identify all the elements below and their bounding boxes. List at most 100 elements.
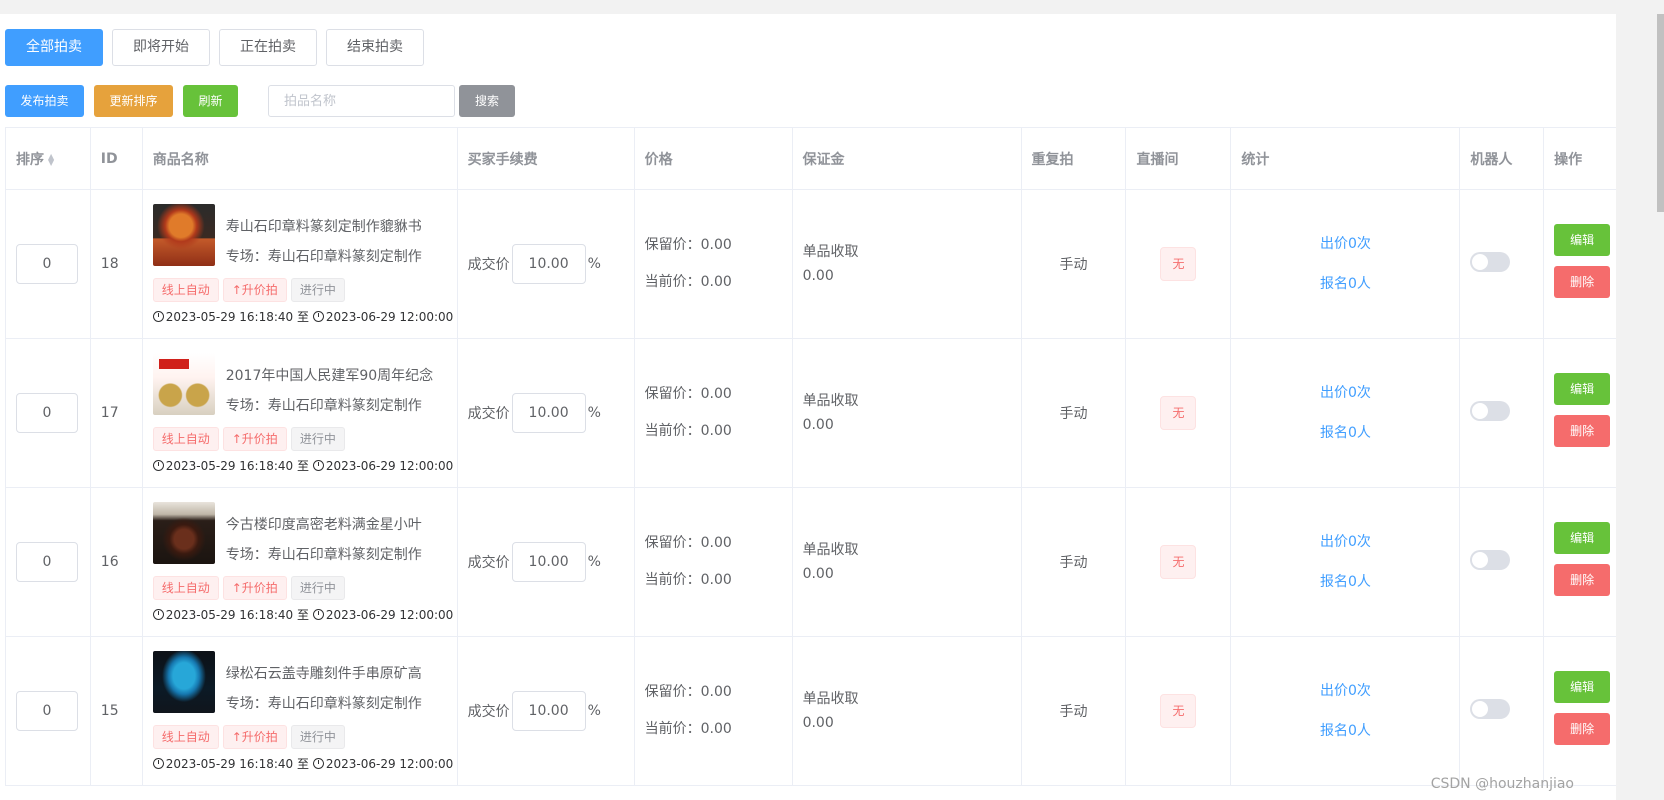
- start-time: 2023-05-29 16:18:40: [165, 310, 294, 324]
- search-input[interactable]: [268, 85, 455, 117]
- deposit-value: 0.00: [802, 417, 834, 433]
- search-button[interactable]: 搜索: [459, 85, 515, 117]
- table-row: 16 今古楼印度高密老料满金星小叶 专场：寿山石印章料篆刻定制作 线上自动↑升价…: [5, 487, 1616, 637]
- table-row: 15 绿松石云盖寺雕刻件手串原矿高 专场：寿山石印章料篆刻定制作 线上自动↑升价…: [5, 636, 1616, 786]
- sort-order-input[interactable]: [16, 244, 78, 284]
- fee-unit: %: [587, 405, 601, 421]
- table-row: 18 寿山石印章料篆刻定制作貔貅书 专场：寿山石印章料篆刻定制作 线上自动↑升价…: [5, 189, 1616, 339]
- clock-icon: [312, 609, 324, 620]
- reserve-price: 保留价：0.00: [644, 237, 732, 253]
- end-time: 2023-06-29 12:00:00: [325, 310, 454, 324]
- sort-order-input[interactable]: [16, 393, 78, 433]
- auction-table: 排序 ▲ ▼ ID 商品名称 买家手续费 价格 保证金 重复拍 直播间 统计 机器人…: [5, 127, 1616, 786]
- live-room-tag: 无: [1160, 396, 1197, 430]
- edit-button[interactable]: 编辑: [1554, 224, 1611, 256]
- signup-count-link[interactable]: 报名0人: [1241, 562, 1449, 602]
- fee-label: 成交价: [467, 406, 510, 422]
- sort-order-input[interactable]: [16, 542, 78, 582]
- buyer-fee: 成交价 %: [468, 244, 624, 284]
- table-row: 17 2017年中国人民建军90周年纪念 专场：寿山石印章料篆刻定制作 线上自动…: [5, 338, 1616, 488]
- auction-time-range: 2023-05-29 16:18:40 至 2023-06-29 12:00:0…: [152, 755, 453, 772]
- status-tags: 线上自动 ↑升价拍 进行中: [152, 576, 349, 600]
- delete-button[interactable]: 删除: [1554, 713, 1611, 745]
- fee-input[interactable]: [511, 691, 586, 731]
- bid-count-link[interactable]: 出价0次: [1241, 373, 1449, 413]
- sort-caret-icon[interactable]: ▲ ▼: [48, 152, 54, 166]
- item-id: 16: [89, 487, 143, 637]
- product-thumbnail[interactable]: [152, 204, 215, 266]
- product-thumbnail[interactable]: [152, 651, 215, 713]
- product-thumbnail[interactable]: [152, 353, 215, 415]
- tag-online-auto: 线上自动: [152, 725, 219, 749]
- product-title: 2017年中国人民建军90周年纪念: [225, 368, 434, 384]
- status-tags: 线上自动 ↑升价拍 进行中: [152, 725, 349, 749]
- status-tags: 线上自动 ↑升价拍 进行中: [152, 278, 349, 302]
- publish-auction-button[interactable]: 发布拍卖: [5, 85, 84, 117]
- session-name: 专场：寿山石印章料篆刻定制作: [225, 249, 422, 265]
- signup-count-link[interactable]: 报名0人: [1241, 264, 1449, 304]
- tab-in-progress[interactable]: 正在拍卖: [219, 29, 317, 66]
- tab-upcoming[interactable]: 即将开始: [112, 29, 210, 66]
- signup-count-link[interactable]: 报名0人: [1241, 413, 1449, 453]
- table-header-row: 排序 ▲ ▼ ID 商品名称 买家手续费 价格 保证金 重复拍 直播间 统计 机器人…: [5, 127, 1616, 190]
- sort-order-input[interactable]: [16, 691, 78, 731]
- clock-icon: [152, 460, 164, 471]
- buyer-fee: 成交价 %: [468, 542, 624, 582]
- robot-toggle[interactable]: [1470, 550, 1511, 570]
- column-header-actions: 操作: [1543, 127, 1616, 190]
- tag-status: 进行中: [290, 725, 345, 749]
- page-scrollbar[interactable]: [1657, 14, 1664, 212]
- end-time: 2023-06-29 12:00:00: [325, 459, 454, 473]
- column-header-price: 价格: [633, 127, 793, 190]
- start-time: 2023-05-29 16:18:40: [165, 757, 294, 771]
- live-room-tag: 无: [1160, 545, 1197, 579]
- tag-ascending-auction: ↑升价拍: [222, 576, 287, 600]
- edit-button[interactable]: 编辑: [1554, 671, 1611, 703]
- fee-label: 成交价: [467, 257, 510, 273]
- tab-all-auctions[interactable]: 全部拍卖: [5, 29, 103, 66]
- product-title: 寿山石印章料篆刻定制作貔貅书: [225, 219, 422, 235]
- signup-count-link[interactable]: 报名0人: [1241, 711, 1449, 751]
- fee-input[interactable]: [511, 542, 586, 582]
- refresh-button[interactable]: 刷新: [183, 85, 238, 117]
- tag-status: 进行中: [290, 576, 345, 600]
- robot-toggle[interactable]: [1470, 699, 1511, 719]
- current-price: 当前价：0.00: [644, 423, 732, 439]
- clock-icon: [312, 758, 324, 769]
- bid-count-link[interactable]: 出价0次: [1241, 671, 1449, 711]
- delete-button[interactable]: 删除: [1554, 564, 1611, 596]
- edit-button[interactable]: 编辑: [1554, 373, 1611, 405]
- bid-count-link[interactable]: 出价0次: [1241, 522, 1449, 562]
- column-header-buyer-fee: 买家手续费: [456, 127, 635, 190]
- product-title: 今古楼印度高密老料满金星小叶: [225, 517, 422, 533]
- auction-time-range: 2023-05-29 16:18:40 至 2023-06-29 12:00:0…: [152, 457, 454, 474]
- live-room-tag: 无: [1160, 247, 1197, 281]
- delete-button[interactable]: 删除: [1554, 266, 1611, 298]
- item-id: 17: [89, 338, 143, 488]
- edit-button[interactable]: 编辑: [1554, 522, 1611, 554]
- reserve-price: 保留价：0.00: [644, 535, 732, 551]
- buyer-fee: 成交价 %: [468, 691, 624, 731]
- reserve-price: 保留价：0.00: [644, 386, 732, 402]
- clock-icon: [312, 311, 324, 322]
- auction-time-range: 2023-05-29 16:18:40 至 2023-06-29 12:00:0…: [152, 606, 453, 623]
- start-time: 2023-05-29 16:18:40: [165, 459, 294, 473]
- robot-toggle[interactable]: [1470, 252, 1511, 272]
- fee-input[interactable]: [511, 244, 586, 284]
- fee-unit: %: [587, 256, 601, 272]
- watermark: CSDN @houzhanjiao: [1430, 776, 1574, 792]
- bid-count-link[interactable]: 出价0次: [1241, 224, 1449, 264]
- fee-input[interactable]: [511, 393, 586, 433]
- auction-time-range: 2023-05-29 16:18:40 至 2023-06-29 12:00:0…: [152, 308, 454, 325]
- tab-ended[interactable]: 结束拍卖: [326, 29, 424, 66]
- goods-cell: 2017年中国人民建军90周年纪念 专场：寿山石印章料篆刻定制作 线上自动 ↑升价…: [152, 353, 453, 473]
- session-name: 专场：寿山石印章料篆刻定制作: [225, 696, 422, 712]
- robot-toggle[interactable]: [1470, 401, 1511, 421]
- update-sort-button[interactable]: 更新排序: [94, 85, 173, 117]
- item-id: 18: [89, 189, 143, 339]
- product-thumbnail[interactable]: [152, 502, 215, 564]
- live-room-tag: 无: [1160, 694, 1197, 728]
- delete-button[interactable]: 删除: [1554, 415, 1611, 447]
- tag-online-auto: 线上自动: [152, 278, 219, 302]
- column-header-sort[interactable]: 排序 ▲ ▼: [5, 127, 91, 190]
